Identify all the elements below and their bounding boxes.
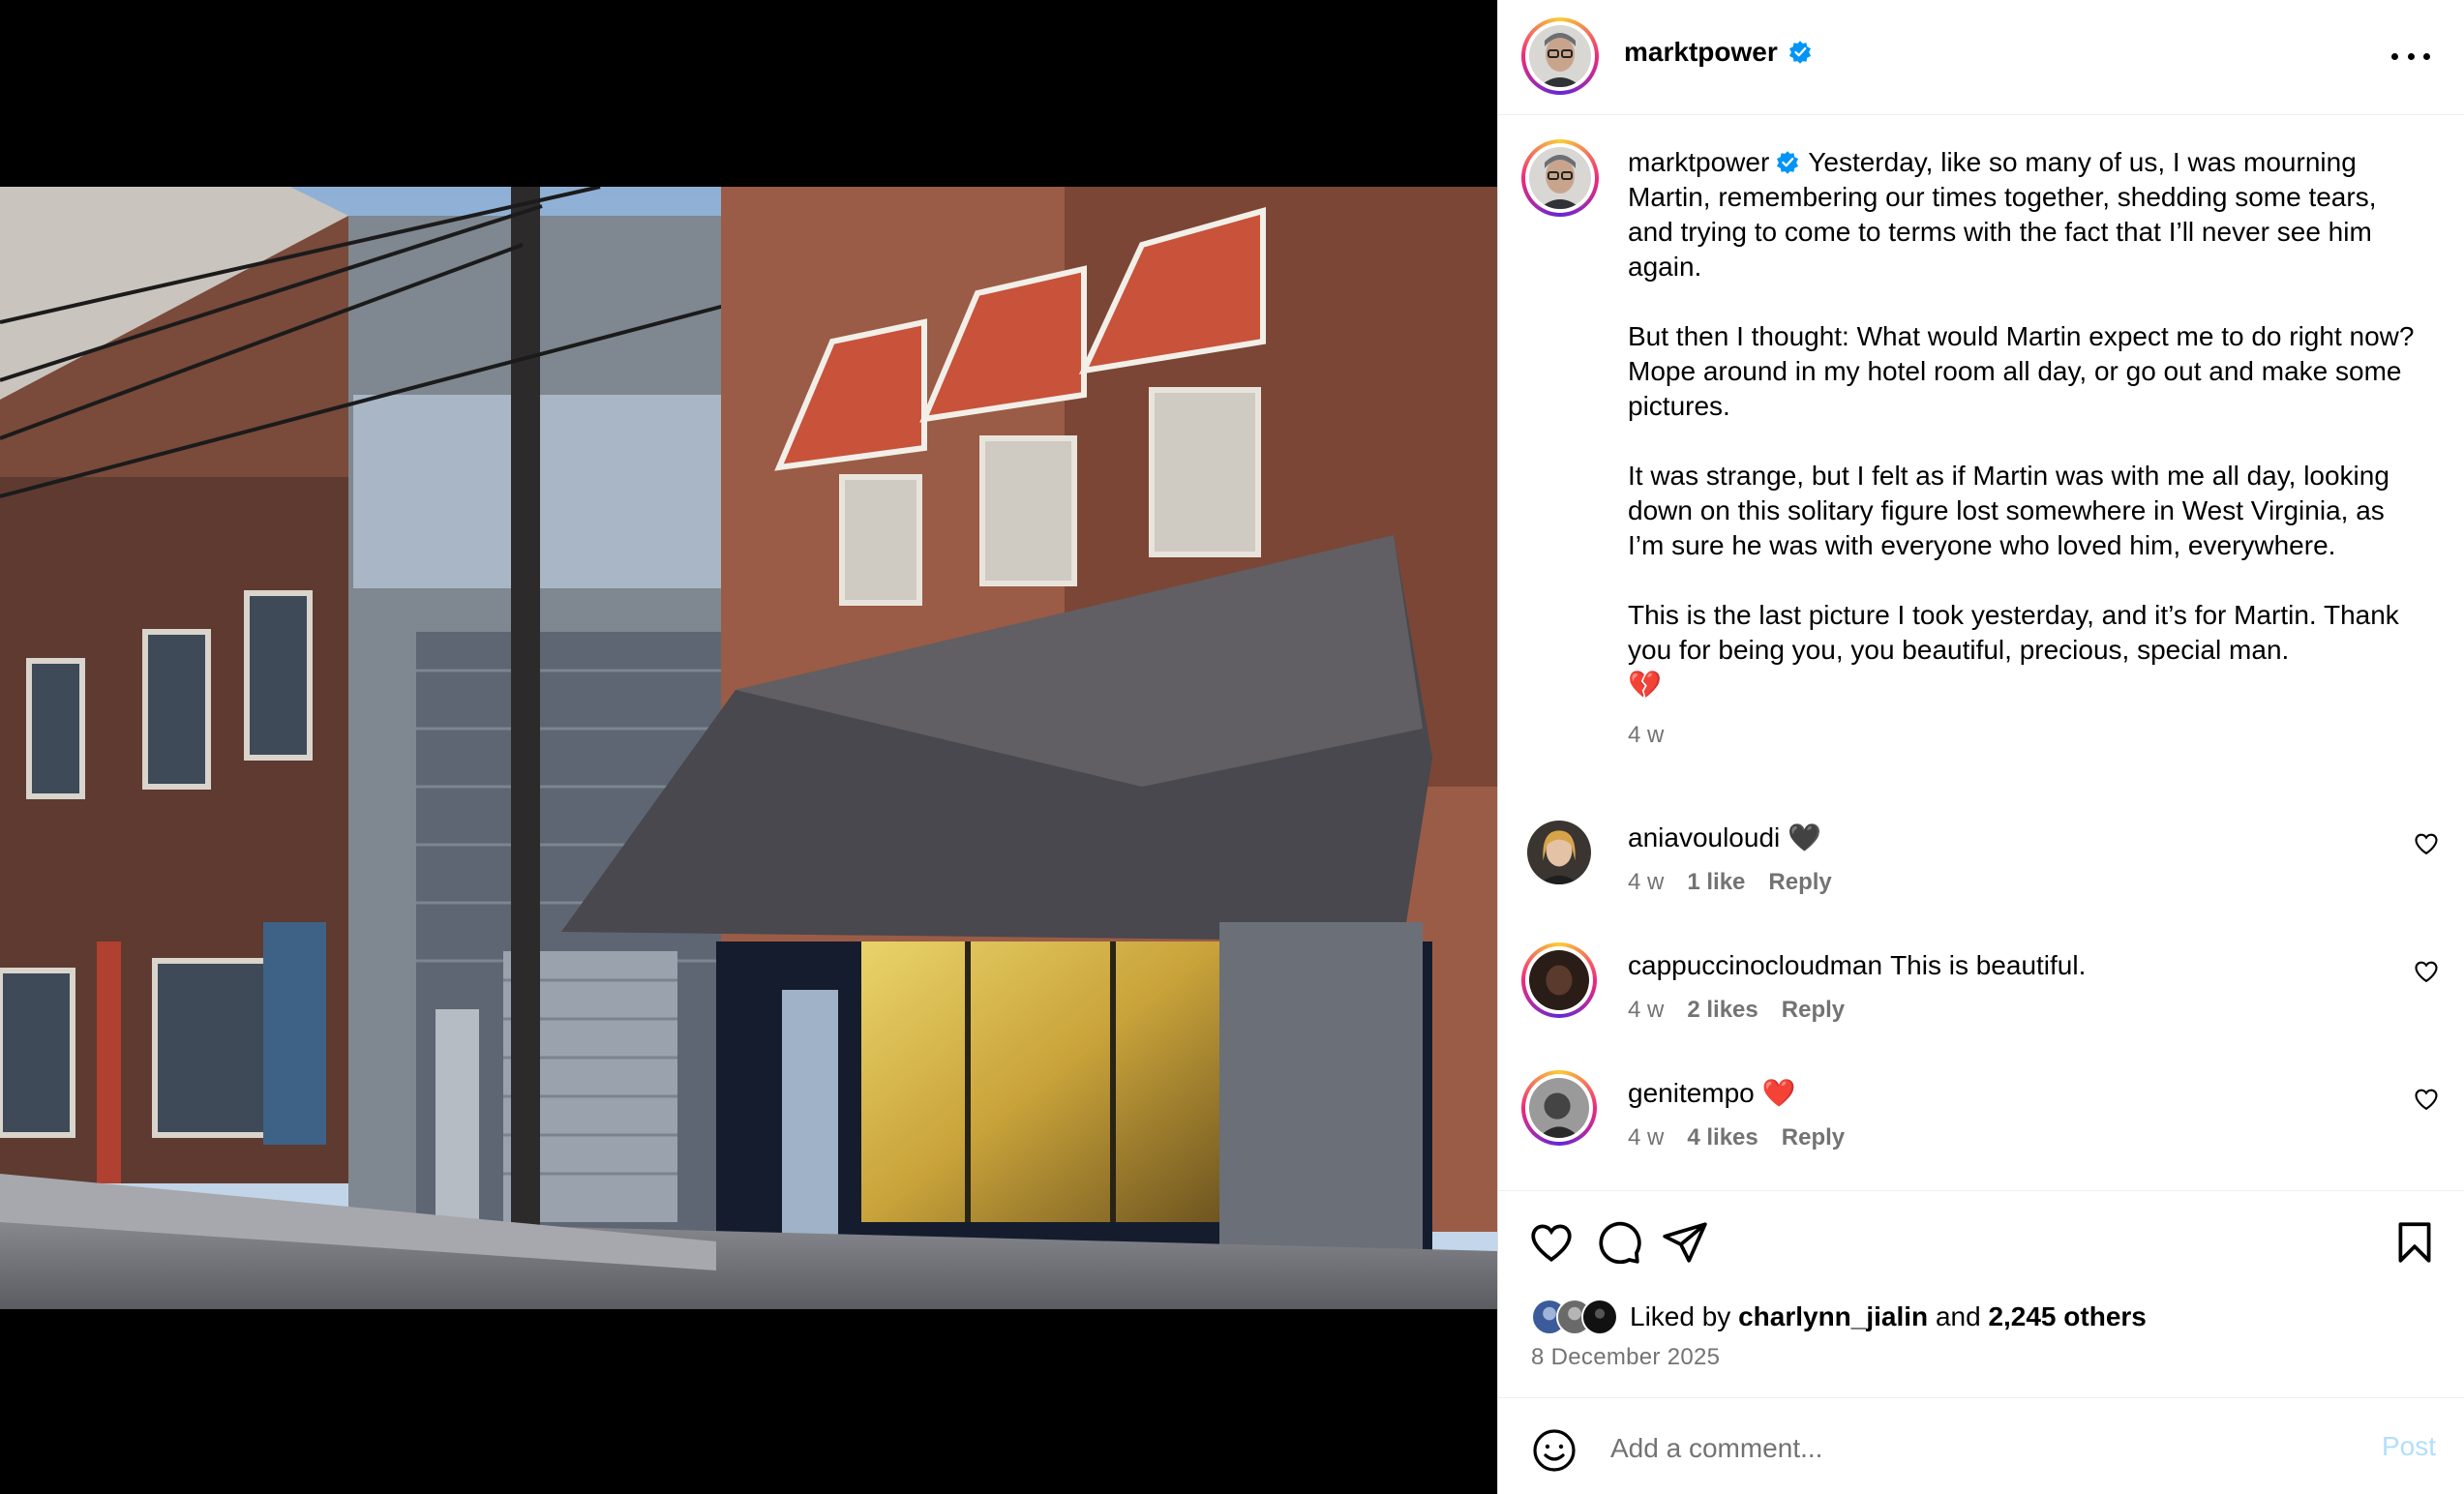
comment-item: genitempo ❤️ 4 w 4 likes Reply bbox=[1498, 1070, 2464, 1190]
author-portrait-icon bbox=[1529, 147, 1591, 209]
liked-by-conj: and bbox=[1935, 1301, 1981, 1331]
paper-plane-icon[interactable] bbox=[1661, 1218, 1709, 1267]
likes-summary: Liked by charlynn_jialin and 2,245 other… bbox=[1531, 1296, 2147, 1338]
author-avatar[interactable] bbox=[1521, 17, 1599, 95]
caption-author-avatar[interactable] bbox=[1521, 139, 1599, 217]
verified-badge-icon bbox=[1789, 41, 1812, 64]
bookmark-icon[interactable] bbox=[2390, 1218, 2439, 1267]
comment-body: aniavouloudi 🖤 bbox=[1628, 821, 1821, 855]
street-storefront-photo bbox=[0, 187, 1497, 1309]
liked-by-user[interactable]: charlynn_jialin bbox=[1738, 1301, 1928, 1332]
comment-input[interactable] bbox=[1610, 1421, 2307, 1476]
post-comment-button[interactable]: Post bbox=[2382, 1431, 2436, 1462]
comment-like-heart-icon[interactable] bbox=[2413, 830, 2440, 857]
verified-badge-icon bbox=[1777, 151, 1799, 174]
comment-likes[interactable]: 4 likes bbox=[1687, 1124, 1758, 1151]
commenter-portrait-icon bbox=[1529, 950, 1589, 1010]
comment-bubble-icon[interactable] bbox=[1595, 1218, 1643, 1267]
comment-meta: 4 w 1 like Reply bbox=[1628, 869, 1832, 896]
liker-avatar bbox=[1581, 1299, 1618, 1335]
comment-likes[interactable]: 1 like bbox=[1687, 869, 1745, 896]
more-dot bbox=[2407, 52, 2415, 60]
commenter-portrait-icon bbox=[1527, 821, 1591, 884]
comment-body: cappuccinocloudman This is beautiful. bbox=[1628, 948, 2086, 983]
comment-likes[interactable]: 2 likes bbox=[1687, 997, 1758, 1024]
comment-item: aniavouloudi 🖤 4 w 1 like Reply bbox=[1498, 821, 2464, 937]
comment-body: genitempo ❤️ bbox=[1628, 1076, 1796, 1111]
reply-button[interactable]: Reply bbox=[1768, 869, 1831, 896]
reply-button[interactable]: Reply bbox=[1782, 997, 1845, 1024]
commenter-avatar[interactable] bbox=[1521, 1070, 1597, 1146]
author-name-row: marktpower bbox=[1624, 37, 1813, 68]
caption-timestamp[interactable]: 4 w bbox=[1628, 718, 2421, 753]
author-portrait-icon bbox=[1529, 25, 1591, 87]
caption-username[interactable]: marktpower bbox=[1628, 147, 1769, 177]
more-options-button[interactable] bbox=[2391, 39, 2430, 74]
caption-paragraph: It was strange, but I felt as if Martin … bbox=[1628, 459, 2421, 563]
comment-username[interactable]: aniavouloudi bbox=[1628, 822, 1780, 852]
comment-like-heart-icon[interactable] bbox=[2413, 1086, 2440, 1113]
post-media[interactable] bbox=[0, 0, 1497, 1494]
commenter-avatar[interactable] bbox=[1527, 821, 1591, 884]
liked-by-others[interactable]: 2,245 others bbox=[1988, 1301, 2146, 1332]
more-dot bbox=[2423, 52, 2430, 60]
comment-like-heart-icon[interactable] bbox=[2413, 958, 2440, 985]
post-date[interactable]: 8 December 2025 bbox=[1531, 1344, 1720, 1371]
comment-username[interactable]: cappuccinocloudman bbox=[1628, 950, 1882, 980]
comment-username[interactable]: genitempo bbox=[1628, 1078, 1755, 1108]
comments-scroll-area[interactable]: marktpower Yesterday, like so many of us,… bbox=[1498, 116, 2464, 1190]
author-username[interactable]: marktpower bbox=[1624, 37, 1778, 67]
caption-paragraph: But then I thought: What would Martin ex… bbox=[1628, 319, 2421, 424]
caption-paragraph: marktpower Yesterday, like so many of us,… bbox=[1628, 145, 2421, 284]
liked-by-avatars[interactable] bbox=[1531, 1299, 1618, 1335]
more-horizontal-icon bbox=[2391, 52, 2398, 60]
caption-text-3: It was strange, but I felt as if Martin … bbox=[1628, 461, 2389, 560]
post-actions: Liked by charlynn_jialin and 2,245 other… bbox=[1498, 1190, 2464, 1397]
caption-paragraph: This is the last picture I took yesterda… bbox=[1628, 598, 2421, 702]
comment-time[interactable]: 4 w bbox=[1628, 997, 1664, 1024]
post-photo[interactable] bbox=[0, 187, 1497, 1309]
comment-text: This is beautiful. bbox=[1890, 950, 2087, 980]
heart-icon[interactable] bbox=[1527, 1218, 1576, 1267]
commenter-portrait-icon bbox=[1529, 1078, 1589, 1138]
comment-text: ❤️ bbox=[1761, 1078, 1796, 1108]
comment-item: cappuccinocloudman This is beautiful. 4 w… bbox=[1498, 942, 2464, 1064]
commenter-avatar[interactable] bbox=[1521, 942, 1597, 1018]
reply-button[interactable]: Reply bbox=[1782, 1124, 1845, 1151]
liked-by-prefix: Liked by bbox=[1630, 1301, 1731, 1331]
comment-time[interactable]: 4 w bbox=[1628, 1124, 1664, 1151]
caption-text-2: But then I thought: What would Martin ex… bbox=[1628, 321, 2415, 421]
emoji-smile-icon[interactable] bbox=[1531, 1427, 1578, 1474]
comment-meta: 4 w 4 likes Reply bbox=[1628, 1124, 1845, 1151]
add-comment-bar: Post bbox=[1498, 1397, 2464, 1494]
post-caption: marktpower Yesterday, like so many of us,… bbox=[1628, 145, 2421, 753]
broken-heart-emoji: 💔 bbox=[1628, 670, 1662, 700]
comment-meta: 4 w 2 likes Reply bbox=[1628, 997, 1845, 1024]
post-side-panel: marktpower marktpower Yesterday, like so… bbox=[1497, 0, 2464, 1494]
comment-text: 🖤 bbox=[1788, 822, 1822, 852]
caption-text-4: This is the last picture I took yesterda… bbox=[1628, 600, 2399, 665]
comment-time[interactable]: 4 w bbox=[1628, 869, 1664, 896]
post-header: marktpower bbox=[1498, 0, 2464, 115]
